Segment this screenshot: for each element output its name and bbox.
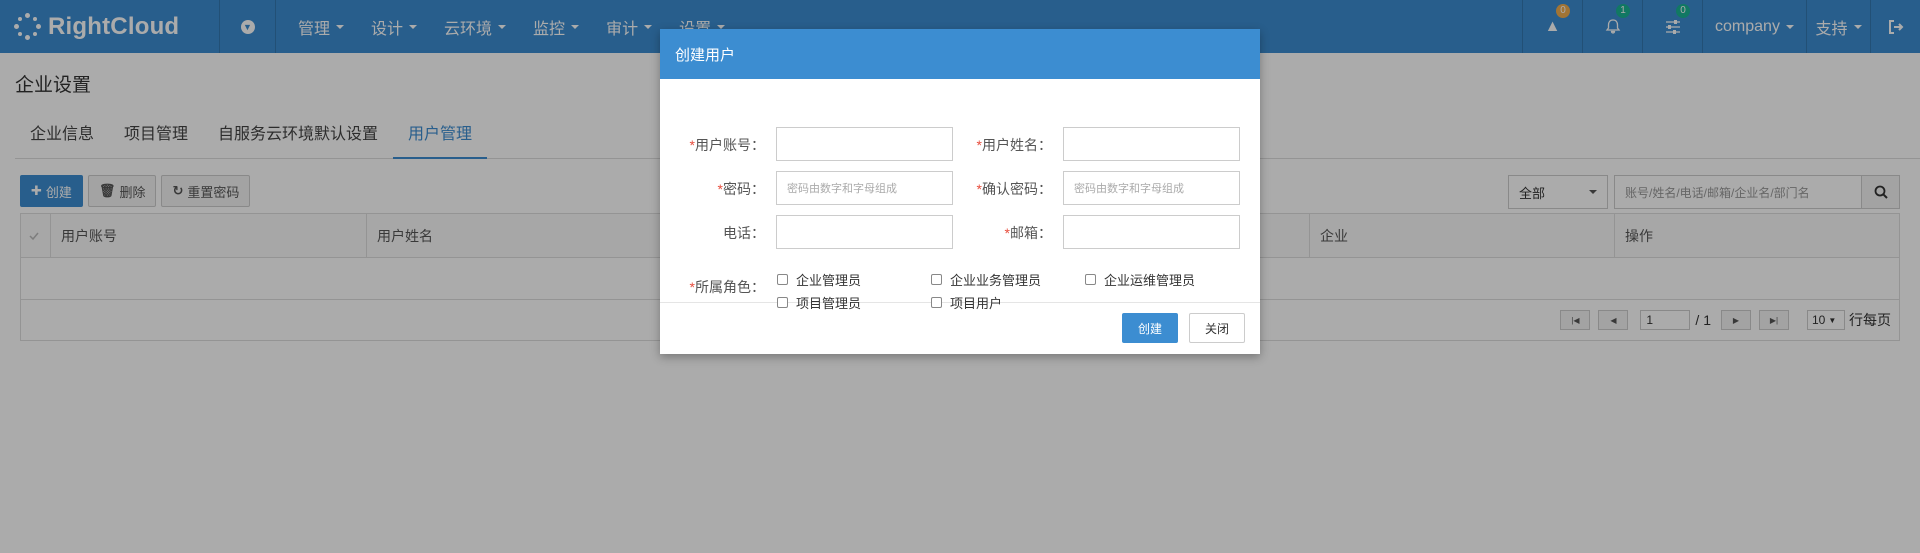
dialog-body: *用户账号： *用户姓名： *密码： 密码由数字和字母组成 *确认密码： 密码由… (660, 79, 1260, 311)
password-input[interactable]: 密码由数字和字母组成 (776, 171, 953, 205)
dialog-footer: 创建 关闭 (660, 303, 1260, 354)
role-checkbox-company-admin[interactable]: 企业管理员 (777, 270, 861, 289)
phone-label: 电话： (723, 225, 765, 241)
create-user-dialog: 创建用户 *用户账号： *用户姓名： *密码： 密码由数字和字母组成 *确认密码… (660, 29, 1260, 354)
account-input[interactable] (776, 127, 953, 161)
name-label: *用户姓名： (976, 137, 1052, 153)
account-label: *用户账号： (689, 137, 765, 153)
phone-input[interactable] (776, 215, 953, 249)
role-checkbox-business-admin[interactable]: 企业业务管理员 (931, 270, 1041, 289)
confirm-create-button[interactable]: 创建 (1122, 313, 1178, 343)
email-label: *邮箱： (1004, 225, 1052, 241)
password-label: *密码： (717, 181, 765, 197)
dialog-title: 创建用户 (660, 29, 1260, 79)
close-dialog-button[interactable]: 关闭 (1189, 313, 1245, 343)
confirm-password-input[interactable]: 密码由数字和字母组成 (1063, 171, 1240, 205)
confirm-password-label: *确认密码： (976, 181, 1052, 197)
role-checkbox-ops-admin[interactable]: 企业运维管理员 (1085, 270, 1195, 289)
name-input[interactable] (1063, 127, 1240, 161)
email-input[interactable] (1063, 215, 1240, 249)
role-label: *所属角色： (689, 279, 765, 295)
